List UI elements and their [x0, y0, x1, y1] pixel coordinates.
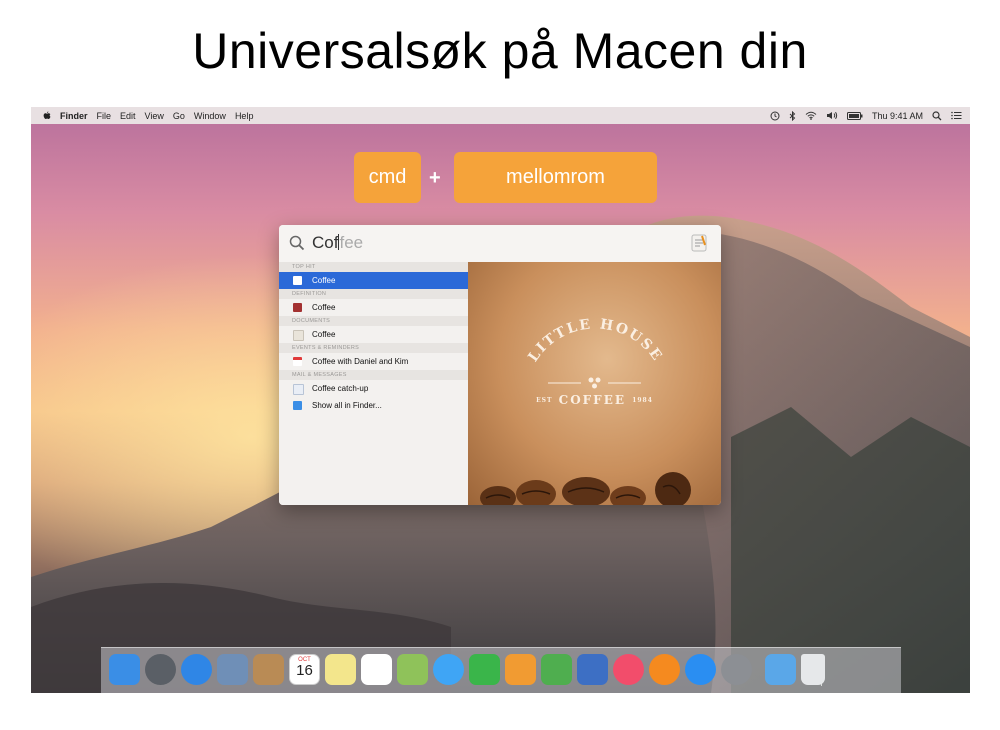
result-label: Coffee — [312, 276, 336, 285]
bluetooth-icon[interactable] — [789, 110, 796, 121]
dock: OCT 16 — [101, 647, 901, 693]
search-icon — [289, 235, 305, 251]
calendar-day: 16 — [296, 662, 313, 679]
menu-bar: Finder File Edit View Go Window Help Thu… — [31, 107, 970, 124]
finder-icon[interactable] — [109, 654, 140, 685]
result-row-top-hit[interactable]: Coffee — [279, 272, 468, 289]
show-all-in-finder[interactable]: Show all in Finder... — [279, 397, 468, 414]
logo-est: EST — [536, 397, 553, 404]
pages-icon[interactable] — [505, 654, 536, 685]
wifi-icon[interactable] — [805, 111, 817, 120]
menu-edit[interactable]: Edit — [120, 111, 136, 121]
system-preferences-icon[interactable] — [721, 654, 752, 685]
preview-icon[interactable] — [217, 654, 248, 685]
mail-icon — [293, 384, 304, 395]
slide-title: Universalsøk på Macen din — [192, 23, 808, 79]
section-header-top-hit: TOP HIT — [279, 262, 468, 272]
result-row-document[interactable]: Coffee — [279, 326, 468, 343]
spotlight-search-input[interactable]: Coffee — [312, 233, 363, 253]
maps-icon[interactable] — [397, 654, 428, 685]
menubar-clock[interactable]: Thu 9:41 AM — [872, 111, 923, 121]
time-machine-icon[interactable] — [770, 111, 780, 121]
menu-view[interactable]: View — [145, 111, 164, 121]
section-header-definition: DEFINITION — [279, 289, 468, 299]
result-label: Coffee with Daniel and Kim — [312, 357, 409, 366]
apple-menu-icon[interactable] — [43, 111, 51, 120]
menu-window[interactable]: Window — [194, 111, 226, 121]
facetime-icon[interactable] — [469, 654, 500, 685]
space-key-label: mellomrom — [454, 152, 657, 203]
menu-go[interactable]: Go — [173, 111, 185, 121]
logo-coffee: COFFEE — [558, 393, 626, 407]
result-row-event[interactable]: Coffee with Daniel and Kim — [279, 353, 468, 370]
query-typed: Cof — [312, 233, 339, 252]
spotlight-results-list: TOP HIT Coffee DEFINITION Coffee DOCUMEN… — [279, 262, 468, 505]
logo-coffee-line: EST COFFEE 1984 — [468, 393, 721, 407]
section-header-events: EVENTS & REMINDERS — [279, 343, 468, 353]
finder-small-icon — [293, 401, 302, 410]
coffee-doc-icon — [293, 276, 302, 285]
pages-app-icon — [691, 234, 707, 252]
spotlight-search-icon[interactable] — [932, 110, 942, 121]
result-label: Coffee — [312, 303, 336, 312]
query-completion: fee — [339, 233, 364, 252]
cmd-key-label: cmd — [354, 152, 421, 203]
desktop-screen: Finder File Edit View Go Window Help Thu… — [31, 107, 970, 693]
result-label: Coffee catch-up — [312, 384, 369, 393]
numbers-icon[interactable] — [541, 654, 572, 685]
plus-sign: + — [429, 167, 441, 189]
keynote-icon[interactable] — [577, 654, 608, 685]
menu-file[interactable]: File — [97, 111, 112, 121]
messages-icon[interactable] — [433, 654, 464, 685]
trash-icon[interactable] — [801, 654, 825, 685]
notes-icon[interactable] — [325, 654, 356, 685]
logo-year: 1984 — [632, 397, 653, 404]
result-row-message[interactable]: Coffee catch-up — [279, 380, 468, 397]
section-header-documents: DOCUMENTS — [279, 316, 468, 326]
notification-center-icon[interactable] — [951, 111, 962, 120]
downloads-folder-icon[interactable] — [765, 654, 796, 685]
dictionary-icon — [293, 303, 302, 312]
battery-icon[interactable] — [846, 111, 863, 120]
reminders-icon[interactable] — [361, 654, 392, 685]
safari-icon[interactable] — [181, 654, 212, 685]
section-header-mail: MAIL & MESSAGES — [279, 370, 468, 380]
menu-help[interactable]: Help — [235, 111, 254, 121]
logo-arc-text: LITTLE HOUSE — [525, 316, 665, 365]
show-all-label: Show all in Finder... — [312, 401, 382, 410]
menu-finder[interactable]: Finder — [60, 111, 88, 121]
result-row-definition[interactable]: Coffee — [279, 299, 468, 316]
coffee-preview-image: LITTLE HOUSE — [480, 316, 691, 505]
ibooks-icon[interactable] — [649, 654, 680, 685]
calendar-icon[interactable]: OCT 16 — [289, 654, 320, 685]
itunes-icon[interactable] — [613, 654, 644, 685]
document-icon — [293, 330, 304, 341]
app-store-icon[interactable] — [685, 654, 716, 685]
calendar-icon — [293, 357, 302, 366]
spotlight-preview-pane: LITTLE HOUSE EST COFFEE 1984 — [468, 262, 721, 505]
result-label: Coffee — [312, 330, 336, 339]
spotlight-search-bar[interactable]: Coffee — [279, 225, 721, 263]
launchpad-icon[interactable] — [145, 654, 176, 685]
spotlight-window: Coffee TOP HIT Coffee DEFINITION Coffee … — [279, 225, 721, 505]
volume-icon[interactable] — [826, 111, 838, 120]
contacts-icon[interactable] — [253, 654, 284, 685]
